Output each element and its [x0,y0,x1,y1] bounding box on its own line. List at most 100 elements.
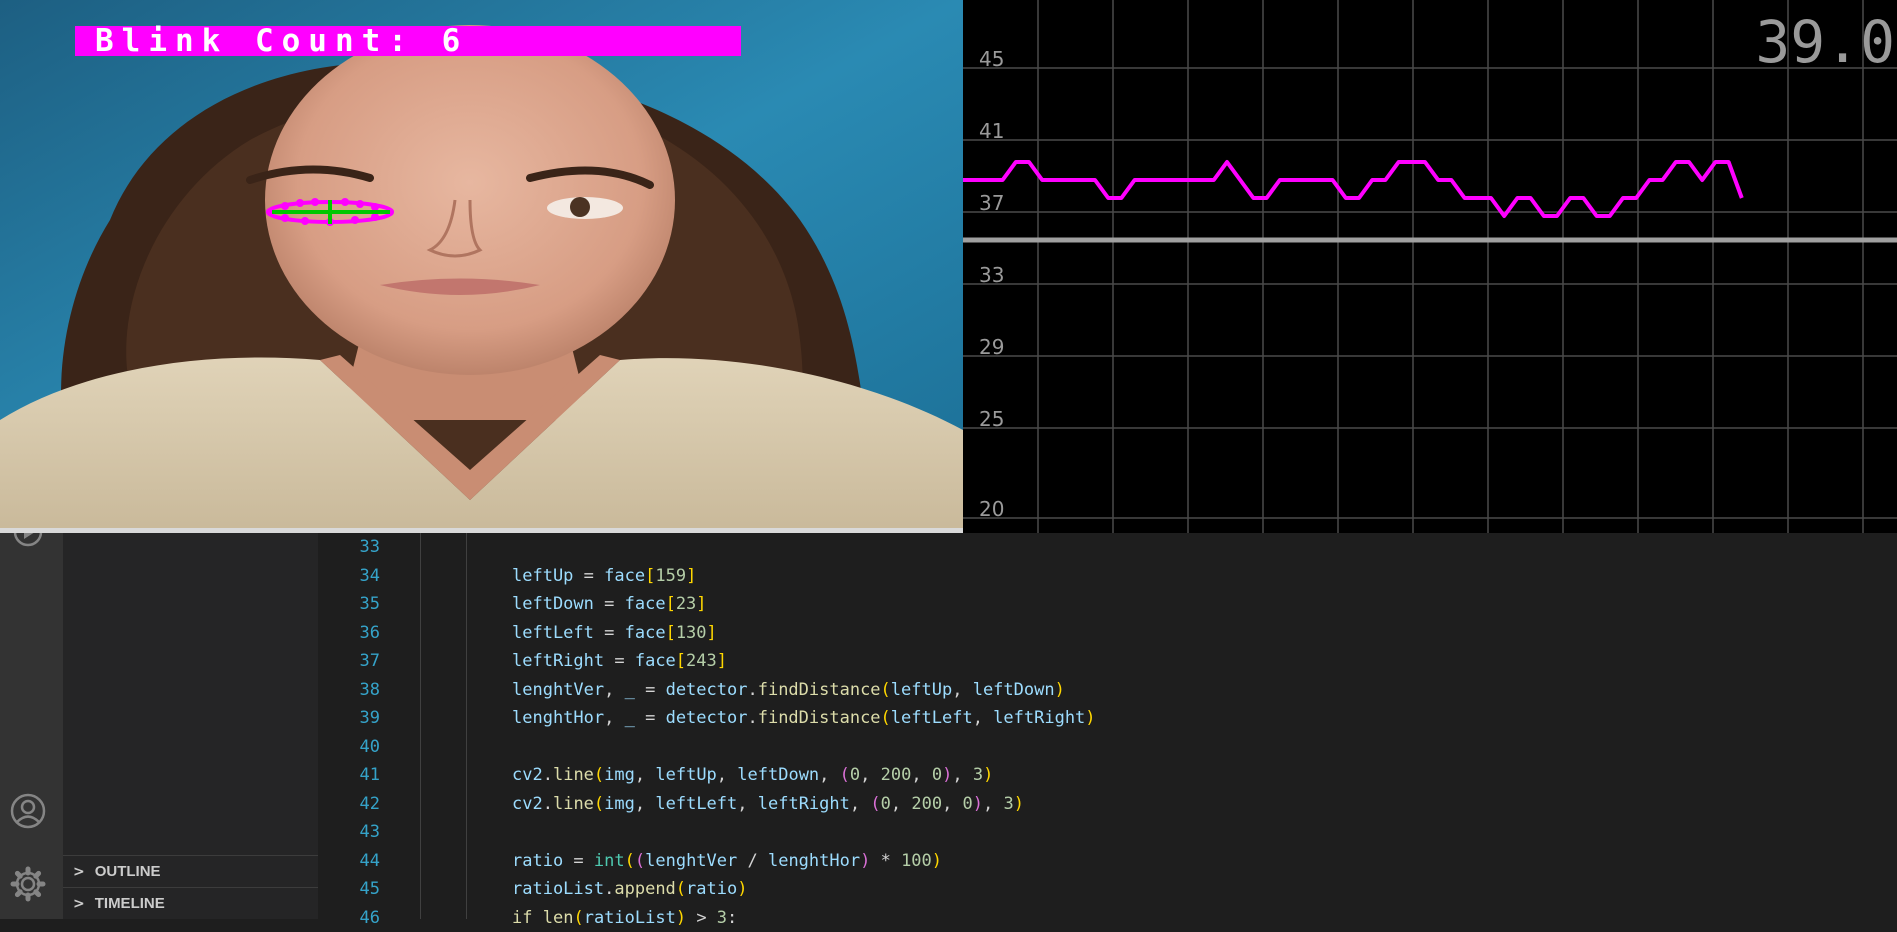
line-number: 39 [318,704,380,733]
timeline-label: TIMELINE [95,895,165,912]
code-token: ( [881,708,891,728]
line-number: 45 [318,875,380,904]
code-token: . [543,765,553,785]
code-token: ( [594,765,604,785]
code-token: , [983,794,1003,814]
code-token: [ [676,651,686,671]
code-token: , [635,765,655,785]
code-token: int [594,851,625,871]
code-token: ratio [686,879,737,899]
code-token: ( [840,765,850,785]
code-token: [ [666,623,676,643]
code-token: 200 [911,794,942,814]
line-number: 34 [318,562,380,591]
code-token: face [604,566,645,586]
code-line[interactable]: leftLeft = face[130] [512,619,717,648]
code-token: 0 [932,765,942,785]
code-line[interactable]: lenghtHor, _ = detector.findDistance(lef… [512,704,1096,733]
code-token: [ [645,566,655,586]
code-token: leftUp [891,680,952,700]
code-token: leftRight [758,794,850,814]
line-number: 42 [318,790,380,819]
code-token: face [625,594,666,614]
code-token: , [860,765,880,785]
ratio-line-plot: 4541373329252039.0 [963,0,1897,533]
y-tick-label: 29 [979,335,1004,359]
outline-section[interactable]: > OUTLINE [63,855,318,887]
code-token: leftRight [993,708,1085,728]
code-token: 243 [686,651,717,671]
line-number: 35 [318,590,380,619]
code-line[interactable]: leftRight = face[243] [512,647,727,676]
live-value-readout: 39.0 [1755,8,1895,76]
code-token: 0 [850,765,860,785]
timeline-section[interactable]: > TIMELINE [63,887,318,919]
code-token: ) [1014,794,1024,814]
code-line[interactable]: cv2.line(img, leftLeft, leftRight, (0, 2… [512,790,1024,819]
code-token: face [625,623,666,643]
code-line[interactable]: leftDown = face[23] [512,590,707,619]
code-token: , [952,680,972,700]
code-line[interactable]: ratio = int((lenghtVer / lenghtHor) * 10… [512,847,942,876]
code-token: ( [594,794,604,814]
code-token: len [543,908,574,928]
code-line[interactable]: lenghtVer, _ = detector.findDistance(lef… [512,676,1065,705]
y-tick-label: 45 [979,47,1004,71]
code-token: 100 [901,851,932,871]
code-token: line [553,765,594,785]
code-token: , [635,794,655,814]
code-token: ratioList [512,879,604,899]
line-number: 41 [318,761,380,790]
code-line[interactable]: cv2.line(img, leftUp, leftDown, (0, 200,… [512,761,993,790]
code-token: ) [737,879,747,899]
code-token: leftUp [512,566,573,586]
code-token: leftLeft [891,708,973,728]
code-token: 0 [881,794,891,814]
code-token: , [891,794,911,814]
code-line[interactable]: if len(ratioList) > 3: [512,904,737,932]
outline-label: OUTLINE [95,863,161,880]
code-token: , [942,794,962,814]
code-token: img [604,765,635,785]
code-token: . [747,708,757,728]
code-token: lenghtVer [512,680,604,700]
code-token: , [952,765,972,785]
face-photo [0,0,963,533]
line-number: 46 [318,904,380,932]
code-line[interactable]: ratioList.append(ratio) [512,875,747,904]
code-token: * [870,851,901,871]
y-tick-label: 20 [979,497,1004,521]
line-number: 40 [318,733,380,762]
code-token: img [604,794,635,814]
code-token: findDistance [758,680,881,700]
y-tick-label: 33 [979,263,1004,287]
code-token: 0 [963,794,973,814]
chevron-right-icon: > [73,864,85,880]
code-token: > [686,908,717,928]
code-token: , [604,680,624,700]
account-icon[interactable] [6,789,50,833]
y-tick-label: 37 [979,191,1004,215]
code-token: findDistance [758,708,881,728]
y-tick-label: 41 [979,119,1004,143]
code-token: , [850,794,870,814]
face-camera-window: Blink Count: 6 [0,0,963,533]
ratio-series-line [963,162,1742,216]
code-token: ) [942,765,952,785]
code-token: = [594,594,625,614]
code-token: , [911,765,931,785]
code-token: leftDown [737,765,819,785]
line-number: 38 [318,676,380,705]
ratio-plot-window: 4541373329252039.0 [963,0,1897,533]
settings-gear-icon[interactable] [6,862,50,906]
line-number: 37 [318,647,380,676]
code-token: = [604,651,635,671]
code-token: ) [973,794,983,814]
code-token: . [604,879,614,899]
code-token [532,908,542,928]
code-token: 159 [655,566,686,586]
code-token: cv2 [512,794,543,814]
code-token: leftDown [512,594,594,614]
code-line[interactable]: leftUp = face[159] [512,562,696,591]
chevron-right-icon: > [73,896,85,912]
